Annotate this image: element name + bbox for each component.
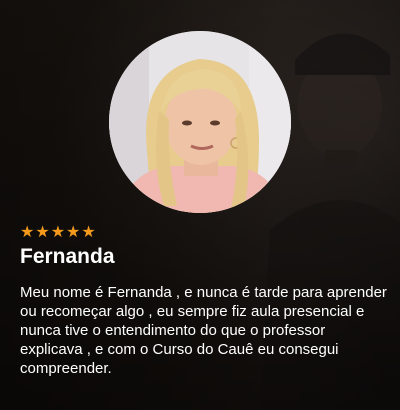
avatar-photo xyxy=(109,31,291,213)
testimonial-quote: Meu nome é Fernanda , e nunca é tarde pa… xyxy=(20,284,387,377)
avatar xyxy=(109,31,291,213)
testimonial-card: ★★★★★ Fernanda Meu nome é Fernanda , e n… xyxy=(0,0,400,410)
rating-stars: ★★★★★ xyxy=(20,224,97,241)
reviewer-name: Fernanda xyxy=(20,245,115,268)
